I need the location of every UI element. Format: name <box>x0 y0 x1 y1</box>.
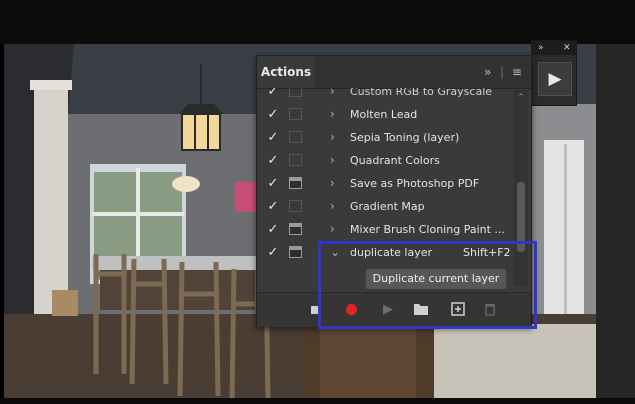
chevron-down-icon[interactable]: ⌄ <box>330 241 340 264</box>
new-set-button[interactable] <box>413 302 429 318</box>
play-selection-button[interactable]: ▶ <box>381 302 395 318</box>
actions-toolbar: ▶ <box>257 292 531 327</box>
toggle-item-check-icon[interactable]: ✓ <box>265 218 281 241</box>
dialog-toggle-icon[interactable] <box>289 200 302 212</box>
action-row-label: Sepia Toning (layer) <box>350 131 460 144</box>
new-action-button[interactable] <box>451 302 465 318</box>
toggle-item-check-icon[interactable]: ✓ <box>265 195 281 218</box>
toggle-item-check-icon[interactable]: ✓ <box>265 149 281 172</box>
top-bar <box>0 0 635 44</box>
actions-scrollbar[interactable]: ⌃ <box>514 90 528 286</box>
toggle-item-check-icon[interactable]: ✓ <box>265 241 281 264</box>
expand-panels-icon[interactable]: » <box>538 41 544 55</box>
toggle-item-check-icon[interactable]: ✓ <box>265 103 281 126</box>
play-icon: ▶ <box>548 69 562 89</box>
action-row[interactable]: ✓ › Molten Lead <box>257 103 513 126</box>
action-step-row[interactable]: Duplicate current layer <box>257 268 513 291</box>
dialog-toggle-icon[interactable] <box>289 246 302 258</box>
action-row[interactable]: ✓ › Mixer Brush Cloning Paint ... <box>257 218 513 241</box>
toggle-item-check-icon[interactable]: ✓ <box>265 172 281 195</box>
dialog-toggle-icon[interactable] <box>289 88 302 97</box>
action-row-label: Save as Photoshop PDF <box>350 177 480 190</box>
dialog-toggle-bar <box>290 224 301 227</box>
close-icon[interactable]: ✕ <box>563 41 571 55</box>
new-item-icon <box>451 302 465 316</box>
action-row-label: Custom RGB to Grayscale <box>350 88 493 98</box>
panel-header: Actions » | ≡ <box>257 56 531 89</box>
dialog-toggle-bar <box>290 247 301 250</box>
dialog-toggle-icon[interactable] <box>289 177 302 189</box>
header-divider: | <box>500 65 505 79</box>
toggle-item-check-icon[interactable]: ✓ <box>265 126 281 149</box>
action-step-label: Duplicate current layer <box>366 269 506 289</box>
dialog-toggle-icon[interactable] <box>289 223 302 235</box>
action-row[interactable]: ✓ › Custom RGB to Grayscale <box>257 88 513 103</box>
action-row[interactable]: ✓ › Quadrant Colors <box>257 149 513 172</box>
action-row-label: Gradient Map <box>350 200 425 213</box>
chevron-right-icon[interactable]: › <box>330 195 340 218</box>
scroll-thumb[interactable] <box>517 182 525 252</box>
panel-menu-icon[interactable]: ≡ <box>512 64 522 80</box>
action-row-label: Molten Lead <box>350 108 418 121</box>
dialog-toggle-icon[interactable] <box>289 108 302 120</box>
floating-panel-bar: » ✕ <box>532 41 576 55</box>
chevron-right-icon[interactable]: › <box>330 126 340 149</box>
floating-panel: » ✕ ▶ <box>531 40 577 106</box>
chevron-right-icon[interactable]: › <box>330 218 340 241</box>
record-button[interactable] <box>346 304 357 315</box>
actions-panel-button[interactable]: ▶ <box>538 62 572 96</box>
dialog-toggle-icon[interactable] <box>289 154 302 166</box>
actions-list: ✓ › Custom RGB to Grayscale ✓ › Molten Lead ✓ ›… <box>257 88 513 284</box>
action-row-label: Quadrant Colors <box>350 154 440 167</box>
chevron-right-icon[interactable]: › <box>330 172 340 195</box>
action-shortcut: Shift+F2 <box>463 246 511 259</box>
dialog-toggle-bar <box>290 178 301 181</box>
action-row[interactable]: ✓ ⌄ duplicate layer Shift+F2 <box>257 241 513 264</box>
action-row[interactable]: ✓ › Save as Photoshop PDF <box>257 172 513 195</box>
action-row[interactable]: ✓ › Sepia Toning (layer) <box>257 126 513 149</box>
chevron-right-icon[interactable]: › <box>330 103 340 126</box>
chevron-right-icon[interactable]: › <box>330 149 340 172</box>
scroll-up-icon[interactable]: ⌃ <box>514 92 528 104</box>
action-row-label: Mixer Brush Cloning Paint ... <box>350 223 505 236</box>
actions-panel: Actions » | ≡ ✓ › Custom RGB to Grayscale ✓… <box>256 55 532 327</box>
tab-actions[interactable]: Actions <box>257 56 315 88</box>
delete-button[interactable] <box>483 302 497 318</box>
bottom-bar <box>0 398 635 404</box>
expand-panel-icon[interactable]: » <box>484 64 491 80</box>
action-row[interactable]: ✓ › Gradient Map <box>257 195 513 218</box>
action-row-label: duplicate layer <box>350 246 433 259</box>
toggle-item-check-icon[interactable]: ✓ <box>265 88 281 103</box>
folder-icon <box>414 304 428 315</box>
chevron-right-icon[interactable]: › <box>330 88 340 103</box>
dialog-toggle-icon[interactable] <box>289 131 302 143</box>
right-panel-strip <box>596 44 635 400</box>
trash-icon <box>485 304 495 316</box>
stop-recording-button[interactable] <box>311 306 319 314</box>
